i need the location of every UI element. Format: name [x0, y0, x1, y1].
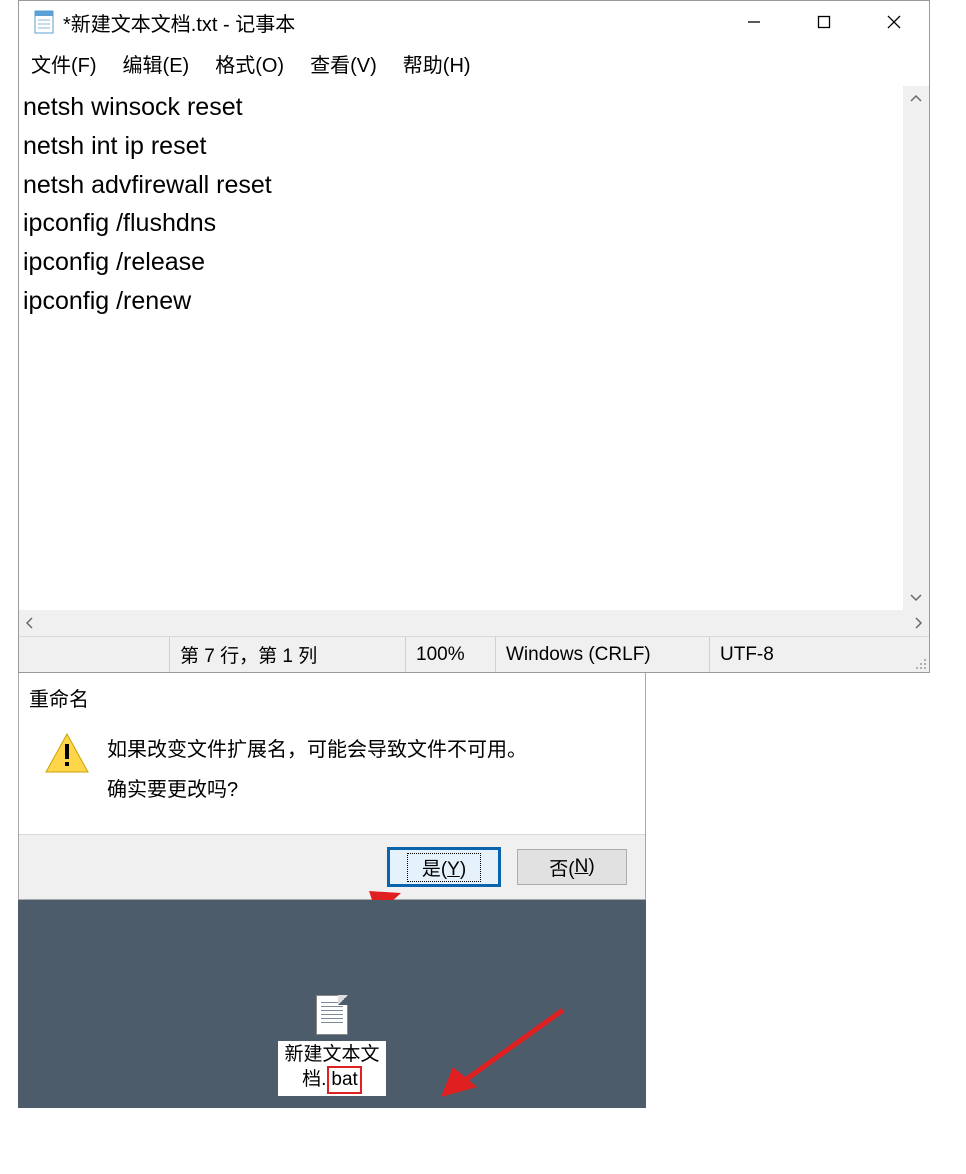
filename-extension: bat — [327, 1066, 361, 1094]
yes-accelerator: Y — [447, 859, 460, 880]
annotation-arrow-ext — [423, 1005, 573, 1105]
no-accelerator: N — [575, 856, 589, 878]
menu-edit[interactable]: 编辑(E) — [117, 47, 196, 80]
notepad-icon — [33, 8, 55, 36]
statusbar: 第 7 行，第 1 列 100% Windows (CRLF) UTF-8 — [19, 636, 929, 672]
file-icon[interactable] — [316, 995, 348, 1035]
menu-file[interactable]: 文件(F) — [25, 47, 103, 80]
status-eol: Windows (CRLF) — [495, 637, 709, 672]
dialog-line-1: 如果改变文件扩展名，可能会导致文件不可用。 — [107, 730, 527, 770]
dialog-line-2: 确实要更改吗? — [107, 770, 527, 810]
menu-format[interactable]: 格式(O) — [209, 47, 290, 80]
horizontal-scrollbar[interactable] — [19, 610, 929, 636]
yes-label-suffix: ) — [460, 859, 466, 880]
text-editor[interactable]: netsh winsock reset netsh int ip reset n… — [19, 86, 903, 610]
maximize-button[interactable] — [789, 1, 859, 43]
scroll-down-icon[interactable] — [903, 586, 929, 610]
yes-label-prefix: 是( — [422, 859, 447, 880]
status-zoom: 100% — [405, 637, 495, 672]
dialog-text: 如果改变文件扩展名，可能会导致文件不可用。 确实要更改吗? — [107, 730, 527, 810]
status-blank — [19, 637, 169, 672]
warning-icon — [41, 730, 93, 810]
window-title: *新建文本文档.txt - 记事本 — [63, 8, 295, 37]
menu-view[interactable]: 查看(V) — [304, 47, 383, 80]
status-position: 第 7 行，第 1 列 — [169, 637, 405, 672]
filename-line2-prefix: 档. — [302, 1069, 326, 1090]
dialog-title: 重命名 — [19, 673, 645, 716]
scroll-up-icon[interactable] — [903, 86, 929, 110]
notepad-window: *新建文本文档.txt - 记事本 文件(F) 编辑(E) 格式(O) 查看(V… — [18, 0, 930, 673]
dialog-button-row: 是(Y) 否(N) — [19, 834, 645, 899]
file-rename-label[interactable]: 新建文本文 档.bat — [278, 1041, 385, 1097]
no-label-suffix: ) — [588, 856, 594, 878]
menubar: 文件(F) 编辑(E) 格式(O) 查看(V) 帮助(H) — [19, 43, 929, 86]
yes-button[interactable]: 是(Y) — [389, 849, 499, 885]
resize-grip-icon[interactable] — [911, 637, 929, 672]
vertical-scrollbar[interactable] — [903, 86, 929, 610]
editor-area: netsh winsock reset netsh int ip reset n… — [19, 86, 929, 610]
menu-help[interactable]: 帮助(H) — [397, 47, 477, 80]
titlebar[interactable]: *新建文本文档.txt - 记事本 — [19, 1, 929, 43]
status-encoding: UTF-8 — [709, 637, 911, 672]
no-button[interactable]: 否(N) — [517, 849, 627, 885]
scroll-left-icon[interactable] — [25, 613, 33, 634]
desktop-area: 新建文本文 档.bat — [18, 900, 646, 1108]
rename-dialog: 重命名 如果改变文件扩展名，可能会导致文件不可用。 确实要更改吗? 是(Y) 否… — [18, 673, 646, 900]
dialog-body: 如果改变文件扩展名，可能会导致文件不可用。 确实要更改吗? — [19, 716, 645, 834]
scroll-right-icon[interactable] — [915, 613, 923, 634]
minimize-button[interactable] — [719, 1, 789, 43]
filename-line1: 新建文本文 — [284, 1044, 379, 1065]
close-button[interactable] — [859, 1, 929, 43]
no-label-prefix: 否( — [549, 854, 574, 881]
